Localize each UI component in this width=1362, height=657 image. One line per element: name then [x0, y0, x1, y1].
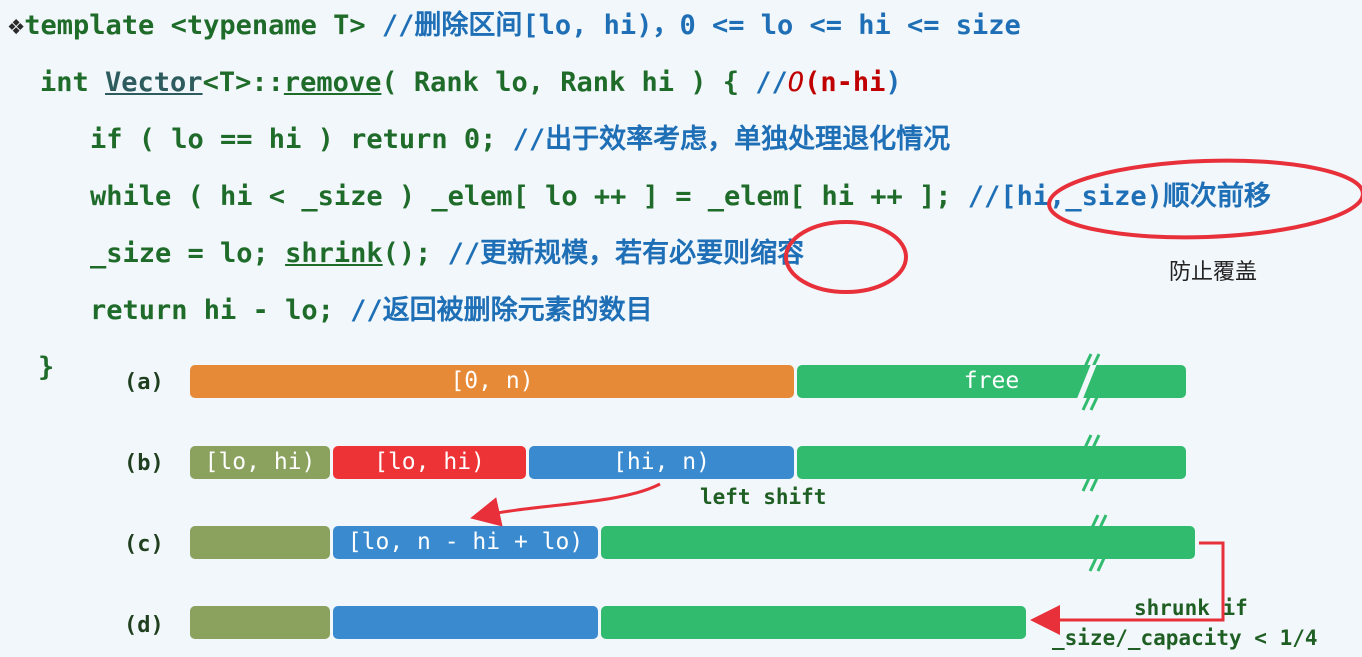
shrink-function-link: shrink	[285, 238, 383, 269]
code-text: ();	[382, 238, 448, 269]
code-line-4: while ( hi < _size ) _elem[ lo ++ ] = _e…	[90, 180, 1271, 214]
code-comment: //返回被删除元素的数目	[350, 295, 653, 326]
closing-brace: }	[38, 352, 55, 383]
left-shift-label: left shift	[700, 485, 827, 509]
code-comment: //[hi,_size)顺次前移	[967, 181, 1271, 212]
code-line-6: return hi - lo; //返回被删除元素的数目	[90, 294, 653, 328]
segment-free	[601, 606, 1026, 639]
code-text: if ( lo == hi ) return 0;	[90, 124, 513, 155]
segment-lo-prefix: [lo, hi)	[190, 446, 330, 479]
code-comment: //	[755, 67, 788, 98]
code-comment: //出于效率考虑，单独处理退化情况	[512, 124, 951, 155]
code-text: return hi - lo;	[90, 295, 351, 326]
row-label-d: (d)	[124, 613, 164, 638]
row-label-c: (c)	[124, 532, 164, 557]
code-comment: //更新规模，若有必要则缩容	[447, 238, 805, 269]
code-text: while ( hi < _size ) _elem[ lo ++ ] = _e…	[90, 181, 968, 212]
left-shift-arrow	[470, 482, 661, 527]
segment-lo-prefix	[190, 526, 330, 559]
shrunk-condition-formula: _size/_capacity < 1/4	[1052, 626, 1318, 650]
shrunk-condition-label: shrunk if	[1134, 596, 1248, 620]
code-text: int	[40, 67, 106, 98]
code-text: _size = lo;	[90, 238, 286, 269]
code-text: ( Rank lo, Rank hi ) {	[381, 67, 756, 98]
segment-shifted: [lo, n - hi + lo)	[333, 526, 598, 559]
segment-free	[797, 446, 1186, 479]
remove-function-link: remove	[283, 67, 382, 98]
code-comment: //删除区间[lo, hi)，0 <= lo <= hi <= size	[381, 10, 1021, 41]
code-line-3: if ( lo == hi ) return 0; //出于效率考虑，单独处理退…	[90, 123, 950, 157]
segment-free	[601, 526, 1195, 559]
code-line-1: ❖template <typename T> //删除区间[lo, hi)，0 …	[8, 9, 1021, 43]
code-comment: (	[804, 67, 821, 98]
segment-prefix: [0, n)	[190, 365, 794, 398]
segment-shifted	[333, 606, 598, 639]
row-label-b: (b)	[124, 451, 164, 476]
row-label-a: (a)	[124, 370, 164, 395]
prevent-overwrite-note: 防止覆盖	[1169, 260, 1258, 285]
segment-lo-prefix	[190, 606, 330, 639]
big-o-symbol: O	[787, 67, 805, 98]
complexity-term: n-hi	[820, 67, 886, 98]
segment-deleted: [lo, hi)	[333, 446, 526, 479]
code-comment: )	[885, 67, 902, 98]
bullet-icon: ❖	[8, 10, 25, 41]
code-text: template <typename T>	[24, 10, 382, 41]
segment-suffix: [hi, n)	[529, 446, 794, 479]
segment-free: free	[797, 365, 1186, 398]
code-line-2: int Vector<T>::remove( Rank lo, Rank hi …	[40, 66, 902, 100]
code-line-7: }	[38, 351, 54, 385]
code-text: <T>::	[202, 67, 284, 98]
vector-class-link: Vector	[105, 67, 203, 98]
code-line-5: _size = lo; shrink(); //更新规模，若有必要则缩容	[90, 237, 804, 271]
